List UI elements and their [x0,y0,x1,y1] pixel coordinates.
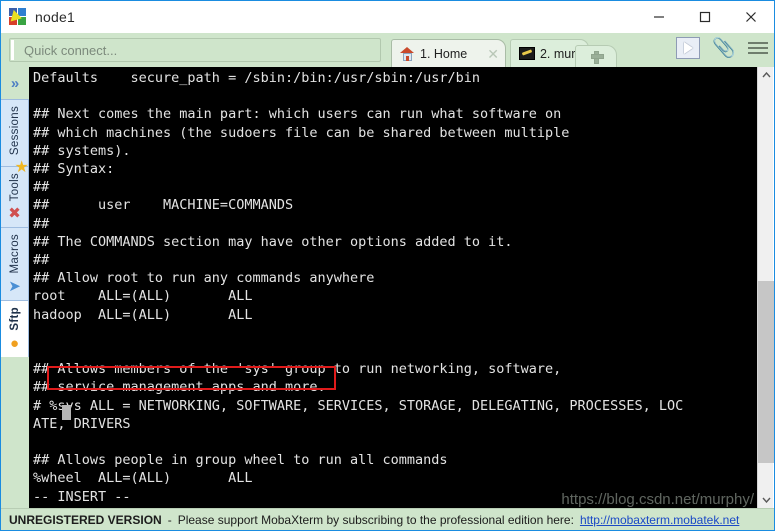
sidebar-item-sftp[interactable]: Sftp ● [1,299,29,357]
toolbar-icons: 📎 [676,37,768,59]
quick-connect-input[interactable]: Quick connect... [9,38,381,62]
status-bar: UNREGISTERED VERSION - Please support Mo… [1,508,774,530]
mobaxterm-window: node1 Quick connect... 1. Home ✕ 2. murp… [0,0,775,531]
shell-icon [518,47,535,60]
maximize-icon[interactable] [682,1,728,33]
wrench-icon: ✖ [8,205,21,223]
scroll-down-icon[interactable] [758,492,774,508]
window-title: node1 [35,9,75,25]
vertical-scrollbar[interactable] [757,67,774,508]
play-icon[interactable] [676,37,701,59]
quick-connect-placeholder: Quick connect... [24,42,118,58]
sidebar-item-macros-label: Macros [8,234,21,274]
terminal-text: Defaults secure_path = /sbin:/bin:/usr/s… [33,70,684,505]
paperclip-icon[interactable]: 📎 [712,39,736,58]
globe-icon: ● [9,334,20,352]
minimize-icon[interactable] [636,1,682,33]
sidebar-item-sessions-label: Sessions [8,106,21,156]
watermark-text: https://blog.csdn.net/murphy/ [561,491,754,508]
status-link[interactable]: http://mobaxterm.mobatek.net [580,513,739,527]
left-sidebar: » Sessions ★ Tools ✖ Macros ➤ Sftp ● [1,67,29,508]
terminal-cursor [62,405,71,420]
plus-icon [590,51,604,64]
scroll-up-icon[interactable] [758,67,774,83]
tab-bar: 1. Home ✕ 2. murp [391,33,618,67]
mobaxterm-icon [9,8,27,26]
text-caret [11,40,14,60]
status-message: Please support MobaXterm by subscribing … [177,512,574,527]
close-icon[interactable] [728,1,774,33]
status-separator: - [167,512,172,527]
tab-home[interactable]: 1. Home ✕ [391,39,506,67]
sidebar-item-tools-label: Tools [8,173,21,202]
sidebar-item-sessions[interactable]: Sessions ★ [1,99,29,176]
sidebar-item-macros[interactable]: Macros ➤ [1,227,29,300]
toolbar: Quick connect... 1. Home ✕ 2. murp 📎 [1,33,774,67]
sidebar-expand-icon[interactable]: » [1,67,29,99]
new-tab-button[interactable] [575,45,618,67]
paper-plane-icon: ➤ [8,277,21,295]
hamburger-menu-icon[interactable] [748,42,768,54]
home-icon [400,46,415,61]
title-bar: node1 [1,1,774,33]
terminal-panel[interactable]: Defaults secure_path = /sbin:/bin:/usr/s… [29,67,758,508]
scrollbar-thumb[interactable] [758,281,774,463]
tab-home-label: 1. Home [420,46,468,61]
status-badge: UNREGISTERED VERSION [9,512,162,527]
window-controls [636,1,774,33]
tab-close-icon[interactable]: ✕ [487,47,499,61]
sidebar-item-sftp-label: Sftp [8,306,21,331]
